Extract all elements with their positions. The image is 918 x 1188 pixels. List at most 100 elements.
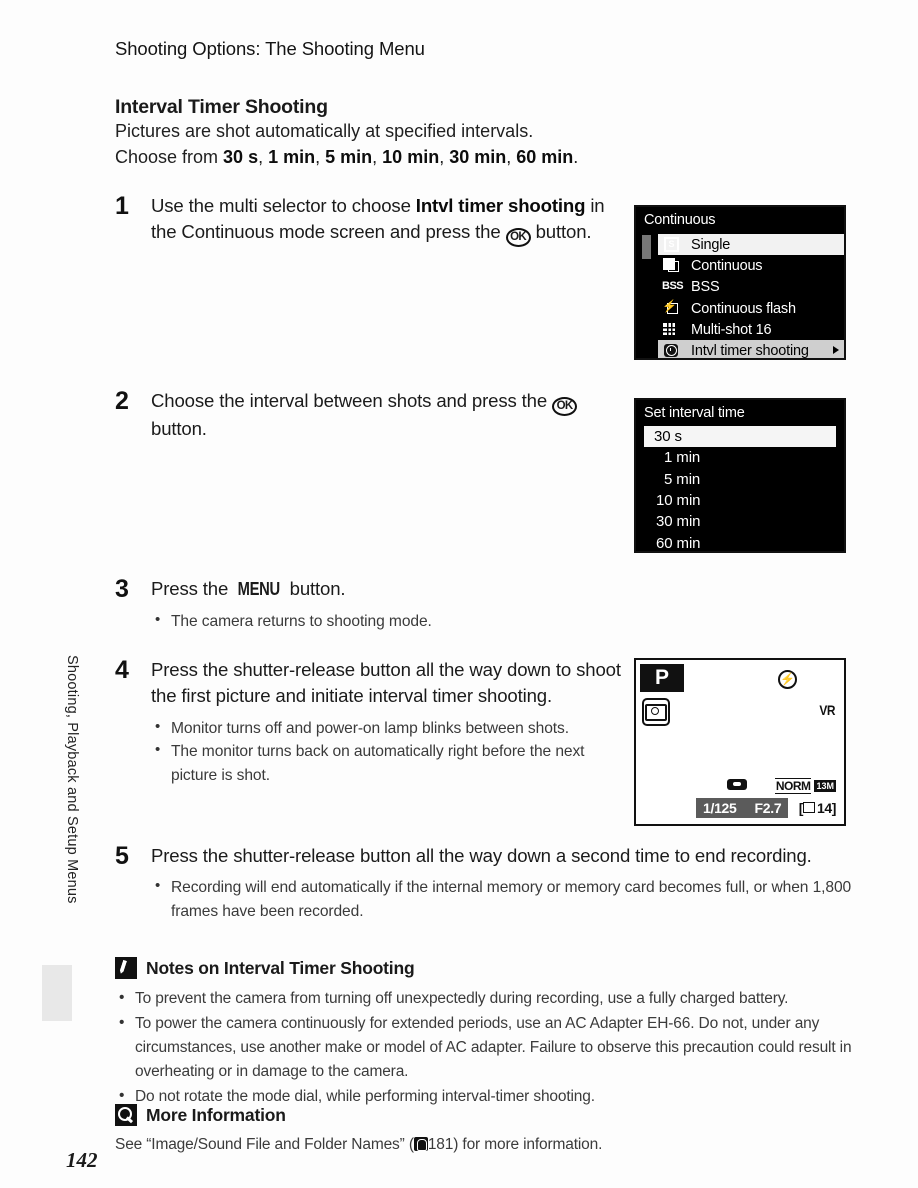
step-1-menu-name: Intvl timer shooting	[415, 195, 586, 216]
interval-row-label: 30 s	[654, 428, 682, 446]
step-4-number: 4	[115, 656, 129, 684]
step-5-text-block: Press the shutter-release button all the…	[151, 843, 875, 924]
interval-row-label: 60 min	[656, 534, 701, 552]
interval-row-1min[interactable]: 1 min	[636, 447, 844, 468]
running-head: Shooting Options: The Shooting Menu	[115, 38, 425, 59]
step-2-text-a: Choose the interval between shots and pr…	[151, 390, 553, 411]
interval-row-label: 1 min	[664, 449, 701, 467]
chapter-tab-marker	[42, 965, 72, 1021]
shutter-speed-value: 1/125	[703, 800, 737, 816]
interval-row-30s[interactable]: 30 s	[644, 426, 836, 448]
ok-button-icon: OK	[552, 397, 578, 416]
step-5-bullets: Recording will end automatically if the …	[151, 875, 875, 923]
notes-heading-label: Notes on Interval Timer Shooting	[146, 957, 415, 978]
vibration-reduction-indicator: VR	[818, 702, 835, 718]
step-3: 3 Press the MENU button. The camera retu…	[115, 576, 630, 633]
menu-item-label: Intvl timer shooting	[691, 343, 809, 360]
bullet-item: Recording will end automatically if the …	[151, 875, 875, 923]
bullet-item: The camera returns to shooting mode.	[151, 609, 432, 634]
continuous-flash-icon	[662, 299, 684, 317]
note-item: To power the camera continuously for ext…	[115, 1011, 870, 1084]
interval-option-1min: 1 min	[268, 147, 316, 167]
lcd-interval-title: Set interval time	[644, 405, 745, 421]
interval-row-30min[interactable]: 30 min	[636, 511, 844, 532]
interval-option-30min: 30 min	[449, 147, 507, 167]
interval-row-label: 5 min	[664, 470, 701, 488]
interval-option-10min: 10 min	[382, 147, 440, 167]
notes-list: To prevent the camera from turning off u…	[115, 986, 870, 1110]
more-information-text: See “Image/Sound File and Folder Names” …	[115, 1136, 602, 1154]
flash-off-icon: ⚡	[778, 670, 797, 689]
section-title: Interval Timer Shooting	[115, 96, 328, 118]
interval-time-rows: 30 s 1 min 5 min 10 min 30 min 60 min	[636, 426, 844, 552]
step-3-text-a: Press the	[151, 578, 234, 599]
more-info-text-a: See “Image/Sound File and Folder Names” …	[115, 1136, 414, 1153]
shooting-mode-badge: P	[640, 664, 684, 692]
step-2-number: 2	[115, 387, 129, 415]
menu-item-multi-shot-16[interactable]: Multi-shot 16	[636, 319, 844, 340]
page-number: 142	[66, 1148, 98, 1172]
step-1-text-a: Use the multi selector to choose	[151, 195, 416, 216]
more-information-heading: More Information	[115, 1104, 286, 1126]
aperture-value: F2.7	[754, 800, 782, 816]
section-intro-line: Pictures are shot automatically at speci…	[115, 121, 534, 141]
menu-item-label: BSS	[691, 279, 720, 296]
menu-button-icon: MENU	[237, 579, 280, 599]
menu-item-continuous[interactable]: Continuous	[636, 255, 844, 276]
interval-timer-clock-icon	[662, 343, 684, 358]
step-2: 2 Choose the interval between shots and …	[115, 388, 630, 442]
step-5-text: Press the shutter-release button all the…	[151, 845, 812, 866]
lcd-shooting-display: P ⚡ VR 1/125 F2.7 NORM 13M [14]	[634, 658, 846, 826]
step-4-text: Press the shutter-release button all the…	[151, 659, 621, 707]
interval-row-5min[interactable]: 5 min	[636, 469, 844, 490]
step-3-text: Press the MENU button. The camera return…	[151, 576, 432, 633]
interval-row-10min[interactable]: 10 min	[636, 490, 844, 511]
chapter-side-tab: Shooting, Playback and Setup Menus	[64, 655, 80, 904]
interval-option-30s: 30 s	[223, 147, 259, 167]
pencil-note-icon	[115, 957, 137, 979]
step-1-text-d: button.	[530, 221, 592, 243]
note-item: To prevent the camera from turning off u…	[115, 986, 870, 1011]
menu-item-intvl-timer-shooting[interactable]: Intvl timer shooting	[658, 340, 844, 360]
step-3-number: 3	[115, 575, 129, 603]
page-reference-icon	[413, 1137, 428, 1151]
menu-item-label: Single	[691, 236, 731, 253]
menu-item-single[interactable]: S Single	[658, 234, 844, 256]
menu-item-bss[interactable]: BSS BSS	[636, 277, 844, 298]
bullet-item: The monitor turns back on automatically …	[151, 739, 630, 787]
shooting-view: P ⚡ VR 1/125 F2.7 NORM 13M [14]	[636, 660, 844, 824]
lcd-continuous-title: Continuous	[644, 212, 716, 228]
menu-item-label: Continuous flash	[691, 300, 796, 317]
more-info-page-ref: 181	[427, 1136, 454, 1153]
bullet-item: Monitor turns off and power-on lamp blin…	[151, 716, 630, 741]
step-3-bullets: The camera returns to shooting mode.	[151, 609, 432, 634]
menu-item-continuous-flash[interactable]: Continuous flash	[636, 298, 844, 319]
menu-item-label: Continuous	[691, 257, 763, 274]
interval-option-60min: 60 min	[516, 147, 574, 167]
step-1-text: Use the multi selector to choose Intvl t…	[151, 193, 630, 248]
lcd-set-interval-time: Set interval time 30 s 1 min 5 min 10 mi…	[634, 398, 846, 553]
frames-remaining-value: 14	[816, 800, 832, 816]
interval-row-label: 30 min	[656, 513, 701, 531]
more-info-text-b: ) for more information.	[453, 1136, 603, 1153]
notes-heading: Notes on Interval Timer Shooting	[115, 957, 415, 979]
interval-option-5min: 5 min	[325, 147, 373, 167]
step-4-text-block: Press the shutter-release button all the…	[151, 657, 630, 788]
manual-page: Shooting Options: The Shooting Menu Inte…	[0, 0, 918, 1188]
interval-row-60min[interactable]: 60 min	[636, 532, 844, 552]
image-quality-group: NORM 13M	[774, 778, 836, 794]
step-2-text: Choose the interval between shots and pr…	[151, 388, 630, 442]
continuous-frames-icon	[662, 257, 684, 274]
interval-timer-active-icon	[642, 698, 670, 726]
multi-shot-grid-icon	[662, 322, 684, 338]
ok-button-icon: OK	[505, 228, 531, 248]
section-intervals-line: Choose from 30 s, 1 min, 5 min, 10 min, …	[115, 147, 579, 167]
single-frame-icon: S	[662, 236, 684, 253]
exposure-readout: 1/125 F2.7	[696, 798, 789, 818]
step-2-text-b: button.	[151, 418, 207, 439]
memory-card-icon	[802, 802, 815, 813]
bss-icon: BSS	[662, 280, 684, 293]
interval-row-label: 10 min	[656, 492, 701, 510]
image-quality-value: NORM	[774, 778, 812, 794]
step-5: 5 Press the shutter-release button all t…	[115, 843, 875, 924]
